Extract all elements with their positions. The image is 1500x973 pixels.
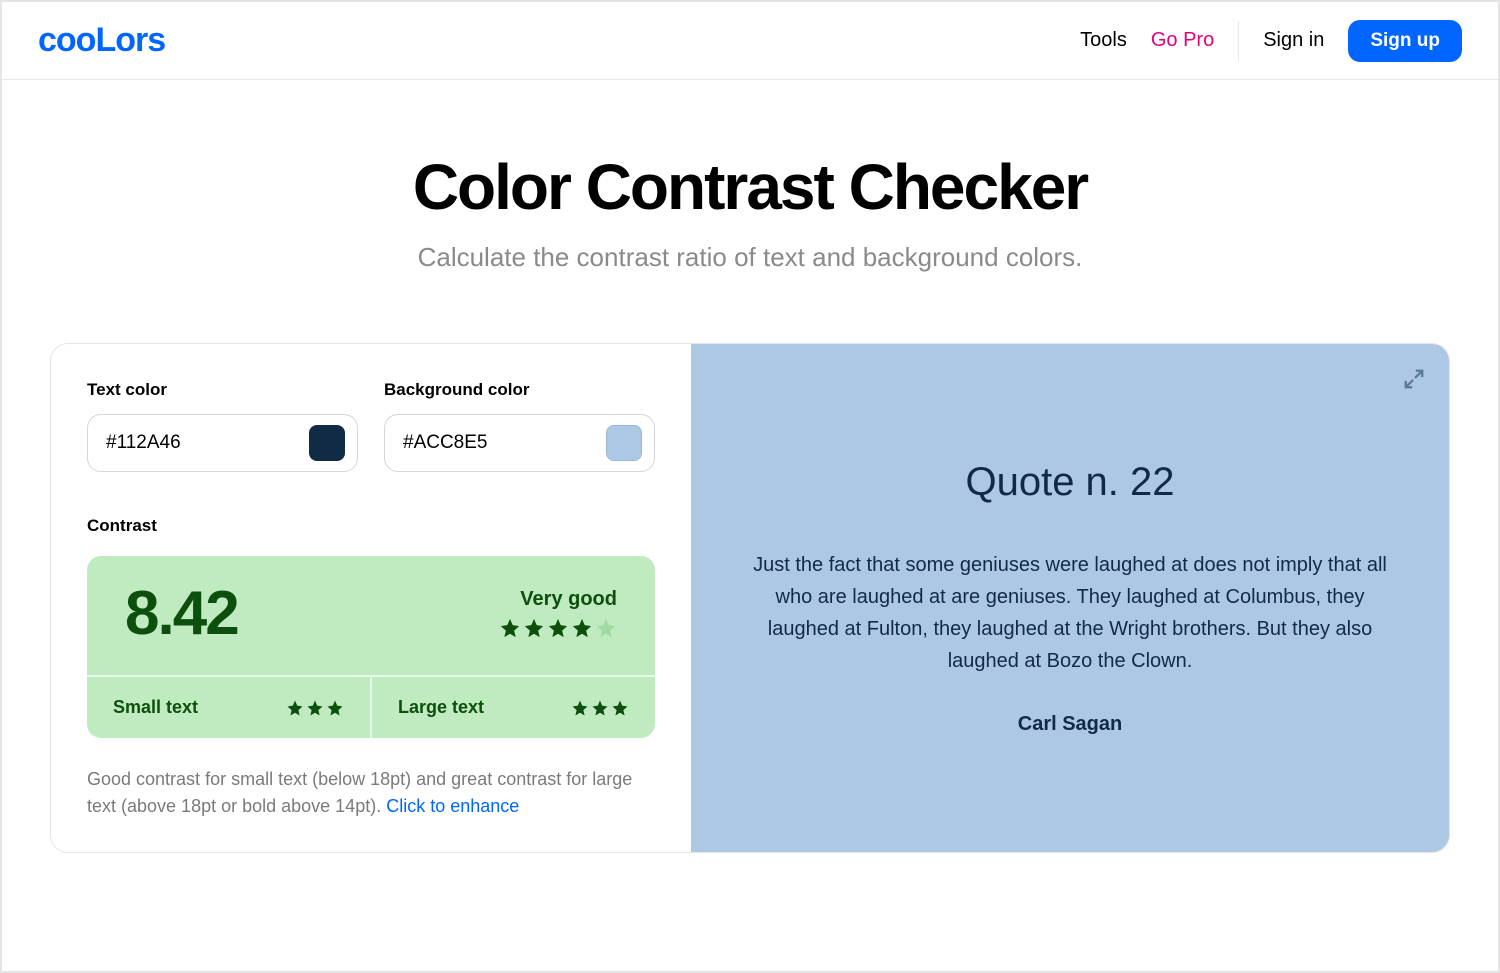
bg-color-group: Background color (384, 380, 655, 472)
text-color-group: Text color (87, 380, 358, 472)
page-title: Color Contrast Checker (2, 150, 1498, 224)
large-text-label: Large text (398, 697, 484, 718)
small-text-label: Small text (113, 697, 198, 718)
small-text-cell: Small text (87, 677, 372, 738)
expand-icon[interactable] (1403, 368, 1425, 390)
quote-title: Quote n. 22 (965, 460, 1174, 505)
text-color-input[interactable] (106, 432, 256, 454)
small-text-stars (286, 699, 344, 717)
sign-in-link[interactable]: Sign in (1263, 29, 1324, 52)
text-color-swatch[interactable] (309, 425, 345, 461)
large-text-stars (571, 699, 629, 717)
bg-color-input-wrap[interactable] (384, 414, 655, 472)
star-icon (499, 617, 521, 639)
controls-panel: Text color Background color Contrast 8.4… (51, 344, 691, 852)
star-icon (571, 699, 589, 717)
description-text: Good contrast for small text (below 18pt… (87, 769, 632, 816)
nav-divider (1238, 21, 1239, 61)
nav-tools[interactable]: Tools (1080, 29, 1127, 52)
contrast-description: Good contrast for small text (below 18pt… (87, 766, 655, 820)
star-icon (611, 699, 629, 717)
preview-panel: Quote n. 22 Just the fact that some geni… (691, 344, 1449, 852)
logo[interactable]: cooLors (38, 21, 165, 60)
header: cooLors Tools Go Pro Sign in Sign up (2, 2, 1498, 80)
contrast-ratio: 8.42 (125, 578, 238, 649)
star-icon (523, 617, 545, 639)
page-subtitle: Calculate the contrast ratio of text and… (2, 242, 1498, 273)
quote-author: Carl Sagan (1018, 713, 1122, 736)
star-icon (286, 699, 304, 717)
nav-go-pro[interactable]: Go Pro (1151, 29, 1214, 52)
hero: Color Contrast Checker Calculate the con… (2, 150, 1498, 273)
bg-color-swatch[interactable] (606, 425, 642, 461)
star-icon (571, 617, 593, 639)
contrast-result: 8.42 Very good Small text (87, 556, 655, 738)
contrast-label: Contrast (87, 516, 655, 536)
enhance-link[interactable]: Click to enhance (386, 796, 519, 816)
contrast-stars (499, 617, 617, 639)
large-text-cell: Large text (372, 677, 655, 738)
quote-text: Just the fact that some geniuses were la… (751, 549, 1389, 677)
star-icon (591, 699, 609, 717)
text-color-input-wrap[interactable] (87, 414, 358, 472)
bg-color-input[interactable] (403, 432, 553, 454)
star-icon (306, 699, 324, 717)
star-icon (547, 617, 569, 639)
star-icon-empty (595, 617, 617, 639)
contrast-card: Text color Background color Contrast 8.4… (50, 343, 1450, 853)
text-color-label: Text color (87, 380, 358, 400)
nav: Tools Go Pro Sign in Sign up (1080, 20, 1462, 62)
sign-up-button[interactable]: Sign up (1348, 20, 1462, 62)
bg-color-label: Background color (384, 380, 655, 400)
star-icon (326, 699, 344, 717)
contrast-rating-text: Very good (499, 588, 617, 611)
